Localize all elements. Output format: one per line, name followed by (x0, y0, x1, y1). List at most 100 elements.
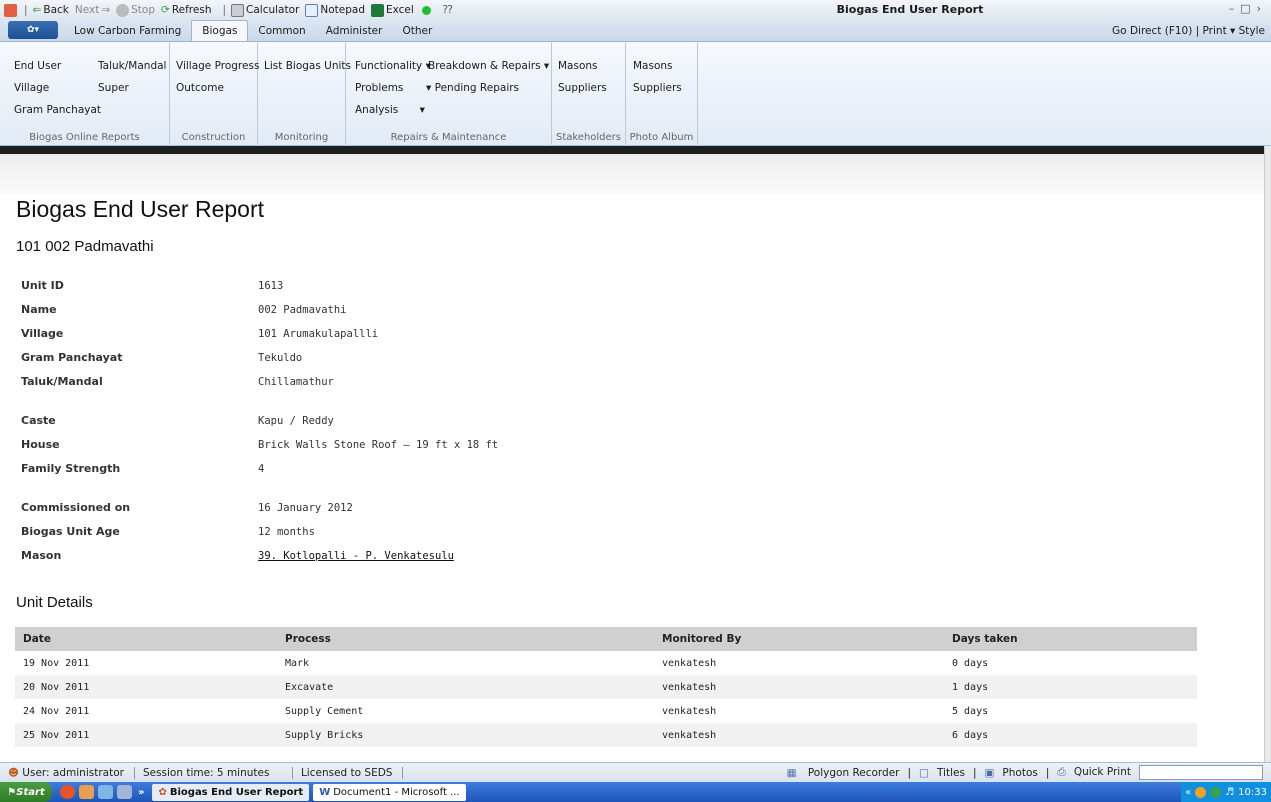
ribbon-photo-suppliers[interactable]: Suppliers (633, 82, 682, 94)
taskbar-word-document[interactable]: W Document1 - Microsoft ... (313, 783, 466, 801)
column-header-monitored-by[interactable]: Monitored By (654, 627, 944, 651)
window-icon[interactable] (117, 785, 132, 799)
mason-link[interactable]: 39. Kotlopalli - P. Venkatesulu (258, 550, 454, 562)
cell-date: 20 Nov 2011 (15, 675, 277, 699)
ribbon-pending-repairs[interactable]: ▾ Pending Repairs (426, 82, 519, 94)
polygon-recorder-button[interactable]: ▦ Polygon Recorder (779, 767, 908, 779)
ribbon-list-biogas-units[interactable]: List Biogas Units (264, 60, 351, 72)
notepad-button[interactable]: Notepad (305, 3, 365, 17)
quick-print-button[interactable]: ⎙ Quick Print (1049, 766, 1139, 779)
window-title: Biogas End User Report (836, 3, 984, 16)
group-label: Stakeholders (555, 132, 622, 143)
ribbon-village-progress[interactable]: Village Progress (176, 60, 259, 72)
field-label-gram-panchayat: Gram Panchayat (21, 351, 123, 364)
tab-administer[interactable]: Administer (316, 21, 393, 41)
clock[interactable]: 10:33 (1238, 787, 1267, 798)
page-title: Biogas End User Report (16, 196, 265, 222)
tray-network-icon[interactable] (1210, 786, 1222, 798)
ribbon-village[interactable]: Village (14, 82, 49, 94)
more-chevron-icon[interactable]: » (138, 787, 144, 798)
column-header-days-taken[interactable]: Days taken (944, 627, 1197, 651)
back-button[interactable]: ⇐ Back (33, 4, 69, 16)
cell-monitored-by: venkatesh (654, 675, 944, 699)
column-header-process[interactable]: Process (277, 627, 654, 651)
group-label: Construction (181, 132, 246, 143)
polygon-label: Polygon Recorder (807, 766, 900, 779)
ribbon-stakeholder-suppliers[interactable]: Suppliers (558, 82, 607, 94)
excel-button[interactable]: Excel (370, 3, 414, 17)
go-direct-print-style[interactable]: Go Direct (F10) | Print ▾ Style (1112, 25, 1271, 41)
tray-expand-icon[interactable]: « (1185, 787, 1191, 798)
app-logo-icon (4, 3, 17, 17)
field-value-caste: Kapu / Reddy (258, 415, 334, 427)
excel-label: Excel (385, 4, 414, 16)
ribbon-photo-masons[interactable]: Masons (633, 60, 673, 72)
taskbar-active-label: Biogas End User Report (169, 786, 304, 798)
next-arrow-icon: ⇒ (101, 4, 111, 16)
cell-date: 24 Nov 2011 (23, 705, 90, 717)
ribbon-gram-panchayat[interactable]: Gram Panchayat (14, 104, 101, 116)
tab-other[interactable]: Other (392, 21, 442, 41)
ribbon-stakeholder-masons[interactable]: Masons (558, 60, 598, 72)
dropdown-arrow-icon: ▾ (426, 82, 432, 94)
titles-button[interactable]: □ Titles (911, 767, 973, 779)
titles-label: Titles (936, 766, 965, 779)
customize-dropdown-icon[interactable]: ⁇ (443, 4, 453, 16)
photos-icon: ▣ (984, 766, 995, 779)
tray-app-icon[interactable] (1195, 786, 1207, 798)
field-value-village: 101 Arumakulapallli (258, 328, 379, 340)
field-value-taluk-mandal: Chillamathur (258, 376, 334, 388)
dropdown-arrow-icon: ▾ (419, 104, 425, 116)
field-value-unit-id: 1613 (258, 280, 284, 292)
field-value-family-strength: 4 (258, 463, 265, 475)
ribbon-super[interactable]: Super (98, 82, 129, 94)
app-menu-button[interactable]: ✿▾ (8, 21, 58, 39)
windows-flag-icon: ⚑ (7, 786, 17, 798)
group-label: Repairs & Maintenance (390, 132, 507, 143)
explorer-icon[interactable] (98, 785, 113, 799)
titles-icon: □ (919, 766, 929, 779)
ribbon-end-user[interactable]: End User (14, 60, 61, 72)
quick-print-label: Quick Print (1073, 766, 1131, 778)
polygon-icon: ▦ (786, 766, 797, 779)
start-label: Start (16, 786, 45, 798)
ribbon-analysis[interactable]: Analysis ▾ (355, 104, 425, 116)
field-label-taluk-mandal: Taluk/Mandal (21, 375, 103, 388)
refresh-icon: ⟳ (161, 4, 170, 16)
excel-icon (370, 3, 384, 17)
window-controls[interactable]: –□› (1229, 2, 1267, 15)
app-quicklaunch-icon[interactable] (79, 785, 94, 799)
header-band (0, 154, 1264, 194)
calculator-button[interactable]: Calculator (231, 3, 299, 17)
chrome-icon[interactable] (60, 785, 75, 799)
vertical-scrollbar[interactable] (1264, 146, 1271, 762)
tab-low-carbon-farming[interactable]: Low Carbon Farming (64, 21, 191, 41)
ribbon-taluk-mandal[interactable]: Taluk/Mandal (98, 60, 166, 72)
ribbon-breakdown-repairs[interactable]: Breakdown & Repairs ▾ (428, 60, 549, 72)
ribbon-outcome[interactable]: Outcome (176, 82, 224, 94)
photos-button[interactable]: ▣ Photos (977, 767, 1046, 779)
column-header-date[interactable]: Date (15, 627, 277, 651)
cell-days-taken: 0 days (952, 657, 989, 669)
stop-button[interactable]: Stop (116, 3, 155, 17)
ribbon-problems[interactable]: Problems (355, 82, 403, 94)
tab-common[interactable]: Common (248, 21, 315, 41)
start-button[interactable]: ⚑ Start (0, 782, 52, 802)
volume-icon[interactable]: ♬ (1225, 787, 1234, 798)
field-value-name: 002 Padmavathi (258, 304, 347, 316)
taskbar-biogas-report[interactable]: ✿ Biogas End User Report (152, 783, 310, 801)
group-label: Photo Album (629, 132, 694, 143)
pending-label: Pending Repairs (434, 82, 520, 94)
refresh-button[interactable]: ⟳ Refresh (161, 4, 211, 16)
cell-process: Supply Cement (285, 705, 364, 717)
field-label-unit-id: Unit ID (21, 279, 64, 292)
tab-biogas[interactable]: Biogas (191, 20, 249, 41)
status-license: Licensed to SEDS (301, 766, 404, 779)
field-label-village: Village (21, 327, 64, 340)
ribbon-tabs: ✿▾ Low Carbon Farming Biogas Common Admi… (0, 20, 1271, 42)
next-button[interactable]: Next ⇒ (75, 4, 110, 16)
status-input-box[interactable] (1139, 765, 1263, 780)
separator-bar (0, 146, 1271, 154)
ribbon-functionality[interactable]: Functionality ▾ (355, 60, 431, 72)
back-arrow-icon: ⇐ (32, 4, 42, 16)
